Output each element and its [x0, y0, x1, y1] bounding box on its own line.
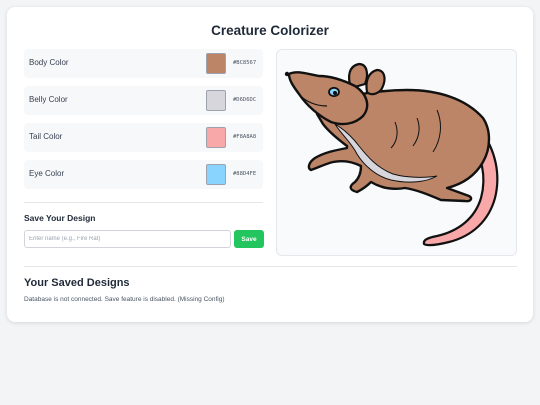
body-color-hex: #BC8567: [233, 60, 257, 66]
belly-color-hex: #D6D6DC: [233, 97, 257, 103]
design-name-input[interactable]: [24, 230, 231, 248]
creature-preview: [276, 49, 517, 256]
save-design-heading: Save Your Design: [24, 213, 96, 223]
database-status-message: Database is not connected. Save feature …: [24, 296, 225, 303]
color-row-belly: Belly Color #D6D6DC: [24, 86, 263, 115]
belly-color-picker[interactable]: [206, 90, 226, 111]
body-color-label: Body Color: [29, 58, 69, 67]
save-button[interactable]: Save: [234, 230, 264, 248]
belly-color-label: Belly Color: [29, 95, 68, 104]
rat-illustration: [284, 62, 499, 247]
color-row-eye: Eye Color #88D4FE: [24, 160, 263, 189]
rat-ear-front: [365, 68, 386, 96]
color-row-tail: Tail Color #F8A8A8: [24, 123, 263, 152]
rat-nose: [284, 71, 290, 77]
saved-designs-heading: Your Saved Designs: [24, 277, 130, 289]
eye-color-hex: #88D4FE: [233, 171, 257, 177]
main-card: Creature Colorizer Body Color #BC8567 Be…: [7, 7, 533, 322]
page-title: Creature Colorizer: [211, 23, 329, 38]
tail-color-picker[interactable]: [206, 127, 226, 148]
eye-color-picker[interactable]: [206, 164, 226, 185]
tail-color-hex: #F8A8A8: [233, 134, 257, 140]
eye-color-label: Eye Color: [29, 169, 65, 178]
color-row-body: Body Color #BC8567: [24, 49, 263, 78]
saved-divider: [24, 266, 517, 267]
tail-color-label: Tail Color: [29, 132, 63, 141]
section-divider: [24, 202, 263, 203]
color-panel: Body Color #BC8567 Belly Color #D6D6DC T…: [24, 49, 263, 197]
rat-pupil: [333, 91, 337, 95]
body-color-picker[interactable]: [206, 53, 226, 74]
